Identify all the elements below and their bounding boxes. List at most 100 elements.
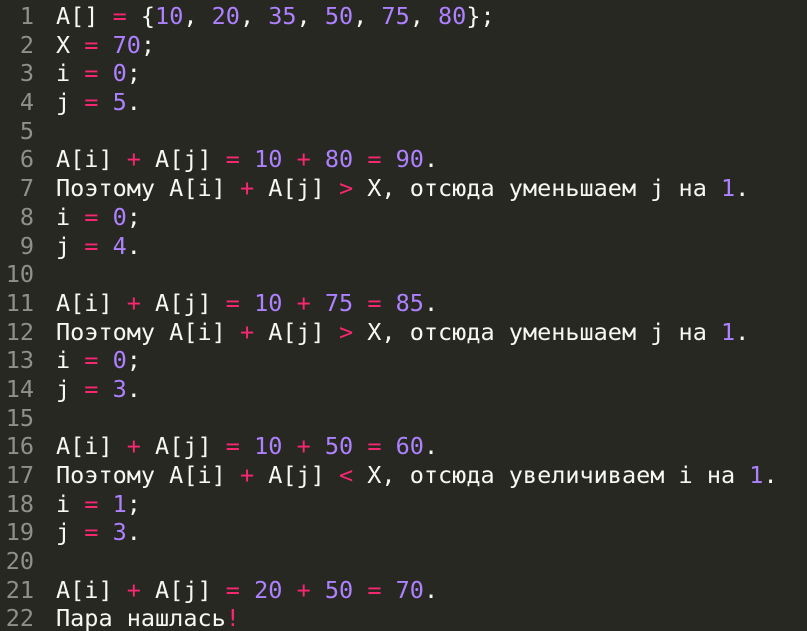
operator-token: = xyxy=(84,518,99,547)
line-code: j = 3. xyxy=(34,375,141,404)
number-token: 90 xyxy=(395,145,424,174)
number-token: 5 xyxy=(112,88,127,117)
line-code: j = 3. xyxy=(34,518,141,547)
number-token: 70 xyxy=(395,575,424,604)
number-token: 80 xyxy=(324,145,354,174)
operator-token: = xyxy=(367,288,382,317)
text-token: j xyxy=(56,518,85,547)
text-token: A[i] xyxy=(56,575,127,604)
code-line[interactable]: 8i = 0; xyxy=(0,203,807,232)
text-token: , xyxy=(296,2,325,30)
code-line[interactable]: 18 i = 1; xyxy=(0,490,807,519)
line-code: i = 0; xyxy=(34,203,141,232)
code-line[interactable]: 13 i = 0; xyxy=(0,346,807,375)
code-line[interactable]: 14 j = 3. xyxy=(0,375,807,404)
code-line[interactable]: 21 A[i] + A[j] = 20 + 50 = 70. xyxy=(0,576,807,605)
operator-token: = xyxy=(225,432,240,461)
code-line[interactable]: 20 xyxy=(0,547,807,576)
code-line[interactable]: 11 A[i] + A[j] = 10 + 75 = 85. xyxy=(0,289,807,318)
number-token: 75 xyxy=(381,2,410,30)
text-token: i xyxy=(56,489,85,518)
code-line[interactable]: 5 xyxy=(0,117,807,146)
number-token: 10 xyxy=(155,2,184,30)
line-number: 22 xyxy=(5,604,34,631)
text-token: ; xyxy=(126,202,141,231)
text-token: ; xyxy=(126,489,141,518)
operator-token: = xyxy=(84,30,99,59)
text-token: . xyxy=(735,174,750,203)
code-line[interactable]: 9j = 4. xyxy=(0,232,807,261)
code-line[interactable]: 15 xyxy=(0,404,807,433)
code-line[interactable]: 19 j = 3. xyxy=(0,518,807,547)
line-number: 12 xyxy=(5,317,34,346)
operator-token: + xyxy=(126,432,141,461)
operator-token: = xyxy=(84,88,99,117)
code-line[interactable]: 7 Поэтому A[i] + A[j] > X, отсюда уменьша… xyxy=(0,174,807,203)
operator-token: < xyxy=(338,461,354,489)
text-token: }; xyxy=(466,2,495,30)
line-number: 18 xyxy=(5,489,34,518)
text-token: Пара нашлась xyxy=(56,604,226,631)
code-line[interactable]: 17 Поэтому A[i] + A[j] < X, отсюда увелич… xyxy=(0,461,807,490)
text-token: . xyxy=(735,317,750,346)
operator-token: + xyxy=(126,145,141,174)
text-token: ; xyxy=(126,346,141,375)
code-line[interactable]: 3i = 0; xyxy=(0,59,807,88)
code-editor[interactable]: 1 A[] = {10, 20, 35, 50, 75, 80}; 2 X = 70;… xyxy=(0,0,807,631)
text-token: . xyxy=(126,518,141,547)
text-token: . xyxy=(126,374,141,403)
text-token: Поэтому A[i] xyxy=(56,317,240,346)
text-token: i xyxy=(56,202,85,231)
line-code: Поэтому A[i] + A[j] < X, отсюда увеличив… xyxy=(34,461,778,490)
number-token: 3 xyxy=(112,374,127,403)
code-line[interactable]: 2X = 70; xyxy=(0,31,807,60)
text-token: . xyxy=(423,575,439,604)
text-token: ; xyxy=(140,30,156,59)
operator-token: = xyxy=(367,145,382,174)
text-token: . xyxy=(126,231,141,260)
code-line[interactable]: 12 Поэтому A[i] + A[j] > X, отсюда уменьш… xyxy=(0,318,807,347)
code-line[interactable]: 10 xyxy=(0,260,807,289)
code-line[interactable]: 16 A[i] + A[j] = 10 + 50 = 60. xyxy=(0,432,807,461)
text-token: . xyxy=(423,288,439,317)
number-token: 60 xyxy=(395,432,424,461)
line-code: i = 0; xyxy=(34,346,141,375)
line-number: 13 xyxy=(5,346,34,375)
operator-token: + xyxy=(126,288,141,317)
line-number: 17 xyxy=(5,461,34,489)
operator-token: + xyxy=(296,288,311,317)
line-code: A[i] + A[j] = 20 + 50 = 70. xyxy=(34,576,438,605)
text-token: , xyxy=(183,2,212,30)
line-code: j = 4. xyxy=(34,232,141,261)
text-token: { xyxy=(126,2,156,30)
code-line[interactable]: 22 Пара нашлась! xyxy=(0,604,807,631)
number-token: 35 xyxy=(268,2,297,30)
code-line[interactable]: 4j = 5. xyxy=(0,88,807,117)
operator-token: = xyxy=(112,2,127,30)
code-line[interactable]: 1 A[] = {10, 20, 35, 50, 75, 80}; xyxy=(0,2,807,31)
number-token: 10 xyxy=(254,145,283,174)
text-token: Поэтому A[i] xyxy=(56,174,240,203)
operator-token: > xyxy=(338,317,354,346)
code-line[interactable]: 6 A[i] + A[j] = 10 + 80 = 90. xyxy=(0,145,807,174)
operator-token: = xyxy=(84,346,99,375)
line-code: A[i] + A[j] = 10 + 80 = 90. xyxy=(34,145,438,174)
